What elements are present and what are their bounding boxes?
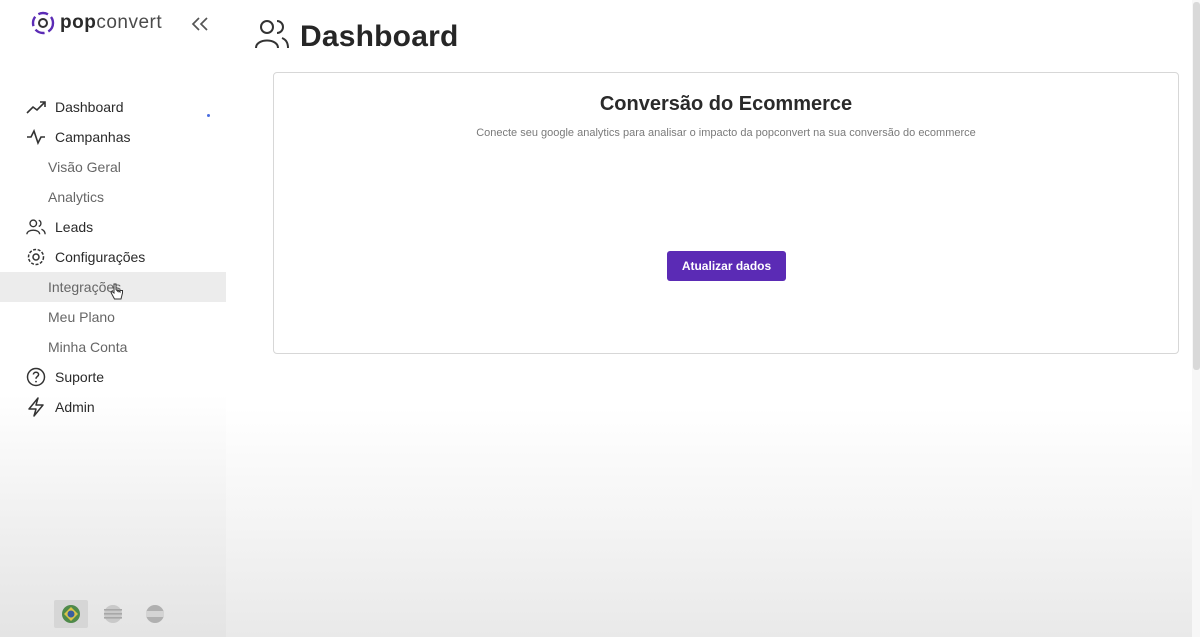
brazil-flag-icon <box>62 605 80 623</box>
activity-icon <box>26 127 46 147</box>
language-selector <box>54 600 172 628</box>
update-data-button[interactable]: Atualizar dados <box>667 251 786 281</box>
sidebar-item-leads[interactable]: Leads <box>0 212 226 242</box>
users-icon <box>254 18 290 55</box>
sidebar-item-suporte[interactable]: Suporte <box>0 362 226 392</box>
sidebar-item-label: Configurações <box>55 249 146 265</box>
sidebar-nav: Dashboard Campanhas Visão Geral Analytic… <box>0 92 226 422</box>
users-icon <box>26 217 46 237</box>
sidebar-item-dashboard[interactable]: Dashboard <box>0 92 226 122</box>
page-header: Dashboard <box>254 18 459 55</box>
sidebar-item-configuracoes[interactable]: Configurações <box>0 242 226 272</box>
card-title: Conversão do Ecommerce <box>599 93 853 115</box>
sidebar-item-campanhas[interactable]: Campanhas <box>0 122 226 152</box>
help-circle-icon <box>26 367 46 387</box>
sidebar-item-label: Admin <box>55 399 95 415</box>
gear-icon <box>26 247 46 267</box>
language-option-en[interactable] <box>96 600 130 628</box>
sidebar-item-label: Suporte <box>55 369 105 385</box>
sidebar-item-label: Campanhas <box>55 129 131 145</box>
language-option-pt[interactable] <box>54 600 88 628</box>
language-option-es[interactable] <box>138 600 172 628</box>
chevrons-left-icon <box>191 17 208 31</box>
page-title: Dashboard <box>300 19 459 53</box>
scrollbar-thumb[interactable] <box>1193 2 1200 370</box>
lightning-icon <box>26 397 46 417</box>
logo-text: popconvert <box>60 12 163 33</box>
sidebar-item-label: Analytics <box>48 189 105 205</box>
sidebar-item-label: Leads <box>55 219 94 235</box>
sidebar-item-label: Visão Geral <box>48 159 121 175</box>
card-subtitle: Conecte seu google analytics para analis… <box>476 127 976 139</box>
sidebar-item-admin[interactable]: Admin <box>0 392 226 422</box>
pointer-cursor-icon <box>110 283 124 306</box>
sidebar-subitem-meu-plano[interactable]: Meu Plano <box>0 302 226 332</box>
main-content: Dashboard Conversão do Ecommerce Conecte… <box>226 0 1200 637</box>
scrollbar-track[interactable] <box>1192 0 1200 637</box>
collapse-sidebar-button[interactable] <box>188 12 212 36</box>
sidebar-subitem-minha-conta[interactable]: Minha Conta <box>0 332 226 362</box>
ecommerce-conversion-card: Conversão do Ecommerce Conecte seu googl… <box>273 72 1179 354</box>
sidebar-item-label: Dashboard <box>55 99 124 115</box>
sidebar-subitem-analytics[interactable]: Analytics <box>0 182 226 212</box>
sidebar-item-label: Meu Plano <box>48 309 115 325</box>
app-logo[interactable]: popconvert <box>30 10 162 36</box>
sidebar: popconvert Dashboard Campanhas Visão Ger… <box>0 0 226 637</box>
indicator-dot <box>207 114 210 117</box>
sidebar-subitem-visao-geral[interactable]: Visão Geral <box>0 152 226 182</box>
spain-flag-icon <box>146 605 164 623</box>
usa-flag-icon <box>104 605 122 623</box>
sidebar-item-label: Minha Conta <box>48 339 128 355</box>
logo-icon <box>30 10 56 36</box>
trending-up-icon <box>26 97 46 117</box>
